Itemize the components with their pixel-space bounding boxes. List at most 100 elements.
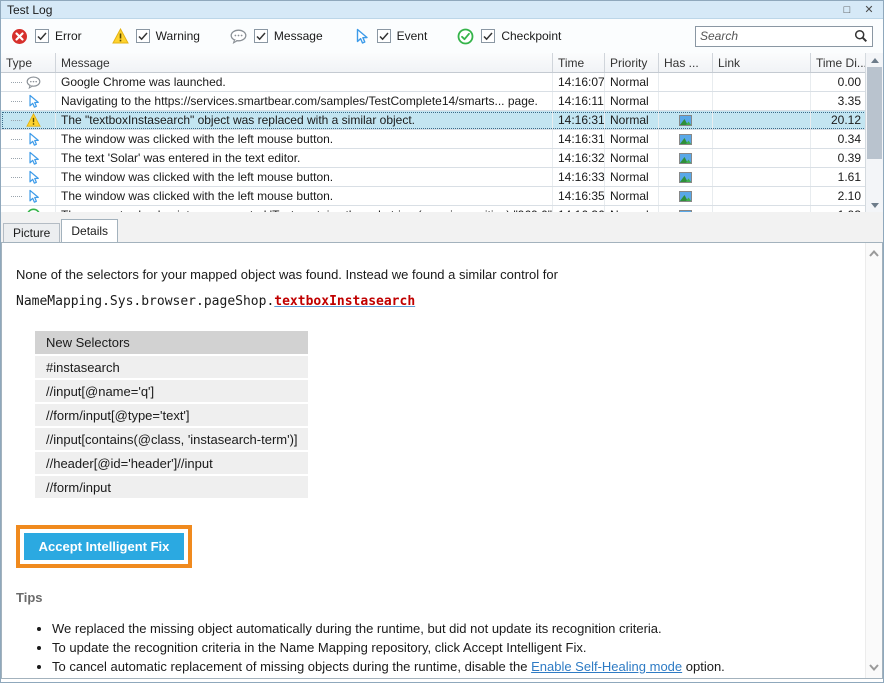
- new-selectors-table: New Selectors #instasearch //input[@name…: [35, 331, 308, 498]
- event-cursor-icon: [25, 169, 41, 185]
- error-filter-checkbox[interactable]: [35, 29, 49, 43]
- column-header[interactable]: Priority: [605, 53, 659, 72]
- table-row[interactable]: The text 'Solar' was entered in the text…: [1, 149, 867, 168]
- checkpoint-filter-group: Checkpoint: [457, 28, 561, 45]
- warning-filter-checkbox[interactable]: [136, 29, 150, 43]
- selector-row: //form/input[@type='text']: [35, 404, 308, 426]
- table-row[interactable]: The window was clicked with the left mou…: [1, 187, 867, 206]
- row-type-cell: [1, 187, 56, 205]
- table-row[interactable]: Google Chrome was launched. 14:16:07 Nor…: [1, 73, 867, 92]
- picture-thumbnail-icon: [679, 191, 692, 202]
- row-message-cell: The window was clicked with the left mou…: [56, 130, 553, 148]
- column-header[interactable]: Time Di...: [811, 53, 867, 72]
- details-vertical-scrollbar[interactable]: [865, 243, 882, 678]
- table-row[interactable]: The window was clicked with the left mou…: [1, 168, 867, 187]
- message-icon: [25, 74, 41, 90]
- column-header[interactable]: Has ...: [659, 53, 713, 72]
- title-bar: Test Log □ ✕: [1, 1, 883, 19]
- tips-list: We replaced the missing object automatic…: [52, 619, 855, 679]
- row-time-diff-cell: 0.00: [811, 73, 867, 91]
- row-message-cell: The text 'Solar' was entered in the text…: [56, 149, 553, 167]
- test-log-window: Test Log □ ✕ Error Warning: [0, 0, 884, 683]
- panel-splitter[interactable]: [1, 212, 883, 220]
- row-time-diff-cell: 3.35: [811, 92, 867, 110]
- tip-item: To cancel automatic replacement of missi…: [52, 657, 855, 676]
- column-header[interactable]: Type: [1, 53, 56, 72]
- warning-filter-label: Warning: [156, 29, 200, 43]
- message-filter-checkbox[interactable]: [254, 29, 268, 43]
- checkpoint-icon: [457, 28, 474, 45]
- row-time-diff-cell: 2.10: [811, 187, 867, 205]
- row-time-diff-cell: 20.12: [811, 111, 867, 129]
- row-type-cell: [1, 111, 56, 129]
- event-filter-label: Event: [397, 29, 428, 43]
- tab-picture[interactable]: Picture: [3, 223, 60, 242]
- row-priority-cell: Normal: [605, 73, 659, 91]
- row-message-cell: Google Chrome was launched.: [56, 73, 553, 91]
- row-link-cell: [713, 92, 811, 110]
- log-vertical-scrollbar[interactable]: [865, 53, 883, 212]
- event-filter-checkbox[interactable]: [377, 29, 391, 43]
- selector-row: //form/input: [35, 476, 308, 498]
- close-window-icon[interactable]: ✕: [861, 3, 877, 17]
- log-table-rows: Google Chrome was launched. 14:16:07 Nor…: [1, 73, 867, 212]
- warning-icon: [112, 28, 129, 45]
- checkpoint-filter-checkbox[interactable]: [481, 29, 495, 43]
- row-link-cell: [713, 130, 811, 148]
- row-time-cell: 14:16:35: [553, 187, 605, 205]
- row-time-diff-cell: 0.39: [811, 149, 867, 167]
- tip-item: We replaced the missing object automatic…: [52, 619, 855, 638]
- search-input[interactable]: [700, 29, 854, 43]
- table-row[interactable]: The window was clicked with the left mou…: [1, 130, 867, 149]
- row-has-picture-cell: [659, 111, 713, 129]
- checkpoint-filter-label: Checkpoint: [501, 29, 561, 43]
- row-time-cell: 14:16:31: [553, 130, 605, 148]
- log-table: Type Message Time Priority Has ... Link …: [1, 53, 883, 212]
- picture-thumbnail-icon: [679, 115, 692, 126]
- row-priority-cell: Normal: [605, 92, 659, 110]
- tip-text: option.: [682, 659, 725, 674]
- table-row[interactable]: Navigating to the https://services.smart…: [1, 92, 867, 111]
- row-message-cell: The "textboxInstasearch" object was repl…: [56, 111, 553, 129]
- tip-item: To update the recognition criteria in th…: [52, 638, 855, 657]
- scroll-down-icon[interactable]: [867, 660, 881, 674]
- message-filter-group: Message: [230, 28, 323, 45]
- scroll-up-icon[interactable]: [866, 53, 883, 67]
- event-cursor-icon: [25, 93, 41, 109]
- tip-link[interactable]: Enable Self-Healing mode: [531, 659, 682, 674]
- table-row[interactable]: The "textboxInstasearch" object was repl…: [1, 111, 867, 130]
- row-time-cell: 14:16:07: [553, 73, 605, 91]
- scroll-up-icon[interactable]: [867, 247, 881, 261]
- row-link-cell: [713, 187, 811, 205]
- accept-intelligent-fix-button[interactable]: Accept Intelligent Fix: [24, 533, 184, 560]
- details-intro-text: None of the selectors for your mapped ob…: [16, 267, 855, 282]
- restore-window-icon[interactable]: □: [839, 3, 855, 17]
- row-type-cell: [1, 92, 56, 110]
- tip-link[interactable]: Learn more: [52, 678, 118, 679]
- row-has-picture-cell: [659, 130, 713, 148]
- row-priority-cell: Normal: [605, 130, 659, 148]
- details-content: None of the selectors for your mapped ob…: [2, 243, 865, 678]
- row-time-cell: 14:16:33: [553, 168, 605, 186]
- row-type-cell: [1, 168, 56, 186]
- search-icon: [854, 29, 868, 43]
- scrollbar-thumb[interactable]: [867, 67, 882, 159]
- mapping-object-link[interactable]: textboxInstasearch: [274, 294, 415, 309]
- row-priority-cell: Normal: [605, 111, 659, 129]
- row-time-cell: 14:16:32: [553, 149, 605, 167]
- filter-toolbar: Error Warning Message: [1, 19, 883, 53]
- error-filter-group: Error: [11, 28, 82, 45]
- log-table-header: Type Message Time Priority Has ... Link …: [1, 53, 867, 73]
- row-priority-cell: Normal: [605, 187, 659, 205]
- column-header[interactable]: Time: [553, 53, 605, 72]
- row-time-diff-cell: 0.34: [811, 130, 867, 148]
- window-title: Test Log: [7, 3, 833, 17]
- error-icon: [11, 28, 28, 45]
- scroll-down-icon[interactable]: [866, 198, 883, 212]
- tip-text: We replaced the missing object automatic…: [52, 621, 662, 636]
- row-type-cell: [1, 149, 56, 167]
- column-header[interactable]: Link: [713, 53, 811, 72]
- selectors-table-header: New Selectors: [35, 331, 308, 354]
- tab-details[interactable]: Details: [61, 219, 118, 242]
- column-header[interactable]: Message: [56, 53, 553, 72]
